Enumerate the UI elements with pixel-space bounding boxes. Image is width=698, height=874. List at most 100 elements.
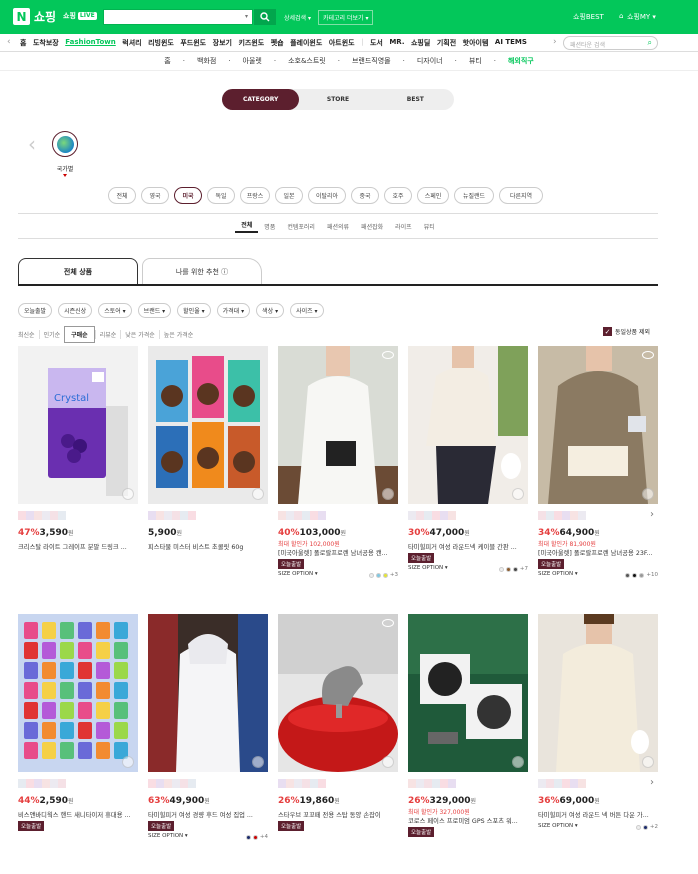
product-image[interactable]: [408, 346, 528, 504]
filter-chip[interactable]: 브랜드 ▾: [137, 303, 172, 318]
product-name[interactable]: 타미힐피거 여성 라운드 넥 버튼 다운 가...: [538, 810, 658, 819]
category-more-button[interactable]: 카테고리 더보기 ▾: [318, 10, 374, 25]
zoom-icon[interactable]: [122, 488, 134, 500]
category-subtab[interactable]: 라이프: [389, 222, 418, 231]
nav-item[interactable]: 펫숍: [271, 38, 284, 48]
filter-chip[interactable]: 시즌신상: [58, 303, 93, 318]
search-input[interactable]: ▾: [103, 9, 253, 25]
filter-chip[interactable]: 사이즈 ▾: [290, 303, 324, 318]
nav-item[interactable]: 푸드윈도: [180, 38, 206, 48]
chevron-right-icon[interactable]: ›: [553, 37, 557, 47]
product-image[interactable]: [278, 614, 398, 772]
nav-item[interactable]: 장보기: [213, 38, 232, 48]
country-filter[interactable]: 호주: [384, 187, 412, 204]
country-filter[interactable]: 일본: [275, 187, 303, 204]
shopping-live-link[interactable]: 쇼핑 LIVE: [63, 11, 97, 21]
filter-chip[interactable]: 색상 ▾: [256, 303, 285, 318]
color-swatch[interactable]: [245, 834, 251, 840]
nav-item[interactable]: 기획전: [437, 38, 456, 48]
tab-recommended[interactable]: 나를 위한 추천 ⓘ: [142, 258, 262, 285]
zoom-icon[interactable]: [382, 756, 394, 768]
fashion-nav-item[interactable]: 브랜드직영몰: [346, 56, 397, 66]
product-card[interactable]: 26%329,000원 최대 할인가 327,000원 코로스 페이스 프로미엄 G…: [408, 614, 528, 874]
filter-chip[interactable]: 오늘출발: [18, 303, 53, 318]
product-image[interactable]: [148, 614, 268, 772]
category-subtab[interactable]: 패션의류: [321, 222, 355, 231]
product-name[interactable]: 스타우브 꼬꼬떼 전용 스탑 동양 손잡이: [278, 810, 398, 819]
advanced-search-link[interactable]: 상세검색 ▾: [284, 13, 311, 22]
nav-item[interactable]: 키즈윈도: [238, 38, 264, 48]
country-filter[interactable]: 다른지역: [499, 187, 543, 204]
fashion-nav-item[interactable]: 소호&스트릿: [282, 56, 332, 66]
zoom-icon[interactable]: [382, 488, 394, 500]
product-card[interactable]: 36%69,000원 타미힐피거 여성 라운드 넥 버튼 다운 가... SIZE …: [538, 614, 658, 874]
nav-item[interactable]: 리빙윈도: [148, 38, 174, 48]
color-swatch[interactable]: [512, 566, 518, 572]
color-swatch[interactable]: [635, 824, 641, 830]
exclude-duplicates-toggle[interactable]: ✓ 동일상품 제외: [603, 327, 650, 336]
fashion-nav-item[interactable]: 디자이너: [411, 56, 449, 66]
zoom-icon[interactable]: [642, 756, 654, 768]
product-name[interactable]: 타미힐피거 여성 라운드넥 케이블 간판 ...: [408, 542, 528, 551]
color-swatch[interactable]: [368, 572, 374, 578]
size-option-button[interactable]: SIZE OPTION ▾: [148, 833, 188, 839]
color-swatch[interactable]: [625, 572, 631, 578]
product-name[interactable]: 코로스 페이스 프로미엄 GPS 스포츠 워...: [408, 816, 528, 825]
country-filter[interactable]: 미국: [174, 187, 202, 204]
size-option-button[interactable]: SIZE OPTION ▾: [538, 823, 578, 829]
search-icon[interactable]: ⌕: [648, 38, 652, 48]
shopping-my-link[interactable]: 쇼핑MY ▾: [627, 12, 656, 22]
chevron-left-icon[interactable]: ‹: [28, 132, 36, 156]
zoom-icon[interactable]: [252, 488, 264, 500]
zoom-icon[interactable]: [252, 756, 264, 768]
color-swatch[interactable]: [642, 824, 648, 830]
nav-item[interactable]: AI TEMS: [495, 38, 527, 48]
tab-best[interactable]: BEST: [377, 89, 454, 110]
product-image[interactable]: [148, 346, 268, 504]
category-subtab[interactable]: 패션잡화: [355, 222, 389, 231]
product-card[interactable]: 44%2,590원 비스앤바디웍스 핸드 새니타이저 휴대용 ... 오늘출발: [18, 614, 138, 874]
product-name[interactable]: 피스타물 미스터 비스트 초콜릿 60g: [148, 542, 268, 551]
shopping-best-link[interactable]: 쇼핑BEST: [573, 12, 604, 22]
product-card[interactable]: 63%49,900원 타미힐피거 여성 경량 후드 여성 집업 ... 오늘출발 SI…: [148, 614, 268, 874]
size-option-button[interactable]: SIZE OPTION ▾: [538, 571, 578, 577]
product-image[interactable]: [538, 614, 658, 772]
search-dropdown-icon[interactable]: ▾: [245, 13, 248, 20]
product-name[interactable]: [미국아울렛] 폴로랄프로렌 남녀공용 23F...: [538, 548, 658, 557]
sort-option[interactable]: 리뷰순: [94, 330, 121, 339]
country-filter[interactable]: 영국: [141, 187, 169, 204]
country-filter[interactable]: 스페인: [417, 187, 449, 204]
product-image[interactable]: [538, 346, 658, 504]
color-swatch[interactable]: [382, 572, 388, 578]
product-image[interactable]: Crystal: [18, 346, 138, 504]
fashion-nav-item[interactable]: 홈: [158, 56, 176, 66]
fashion-nav-item[interactable]: 백화점: [191, 56, 222, 66]
nav-item[interactable]: MR.: [389, 38, 404, 48]
product-card[interactable]: 34%64,900원 최대 할인가 81,900원 [미국아울렛] 폴로랄프로렌 남…: [538, 346, 658, 606]
filter-chip[interactable]: 스토어 ▾: [98, 303, 132, 318]
product-name[interactable]: 타미힐피거 여성 경량 후드 여성 집업 ...: [148, 810, 268, 819]
nav-item[interactable]: 홈: [20, 38, 26, 48]
country-filter[interactable]: 중국: [351, 187, 379, 204]
zoom-icon[interactable]: [512, 488, 524, 500]
sort-option[interactable]: 높은 가격순: [158, 330, 198, 339]
sort-option[interactable]: 인기순: [38, 330, 65, 339]
sort-option[interactable]: 낮은 가격순: [120, 330, 159, 339]
zoom-icon[interactable]: [122, 756, 134, 768]
nav-item[interactable]: 쇼핑딜: [411, 38, 430, 48]
color-swatch[interactable]: [375, 572, 381, 578]
size-option-button[interactable]: SIZE OPTION ▾: [278, 571, 318, 577]
category-subtab[interactable]: 뷰티: [418, 222, 441, 231]
nav-item[interactable]: 아트윈도: [329, 38, 355, 48]
country-category-button[interactable]: [52, 131, 78, 157]
product-image[interactable]: [278, 346, 398, 504]
nav-item[interactable]: 핫아이템: [463, 38, 489, 48]
chevron-left-icon[interactable]: ‹: [7, 37, 11, 47]
nav-item[interactable]: 럭셔리: [122, 38, 141, 48]
product-card[interactable]: 26%19,860원 스타우브 꼬꼬떼 전용 스탑 동양 손잡이 오늘출발: [278, 614, 398, 874]
color-swatch[interactable]: [252, 834, 258, 840]
fashion-search-input[interactable]: 패션타운 검색 ⌕: [563, 36, 658, 50]
category-subtab[interactable]: 컨템포러리: [281, 222, 321, 231]
product-card[interactable]: Crystal 47%3,590원 크리스탈 라이트 그레이프 분말 드링크 ...: [18, 346, 138, 606]
fashion-nav-item[interactable]: 해외직구: [502, 56, 540, 66]
